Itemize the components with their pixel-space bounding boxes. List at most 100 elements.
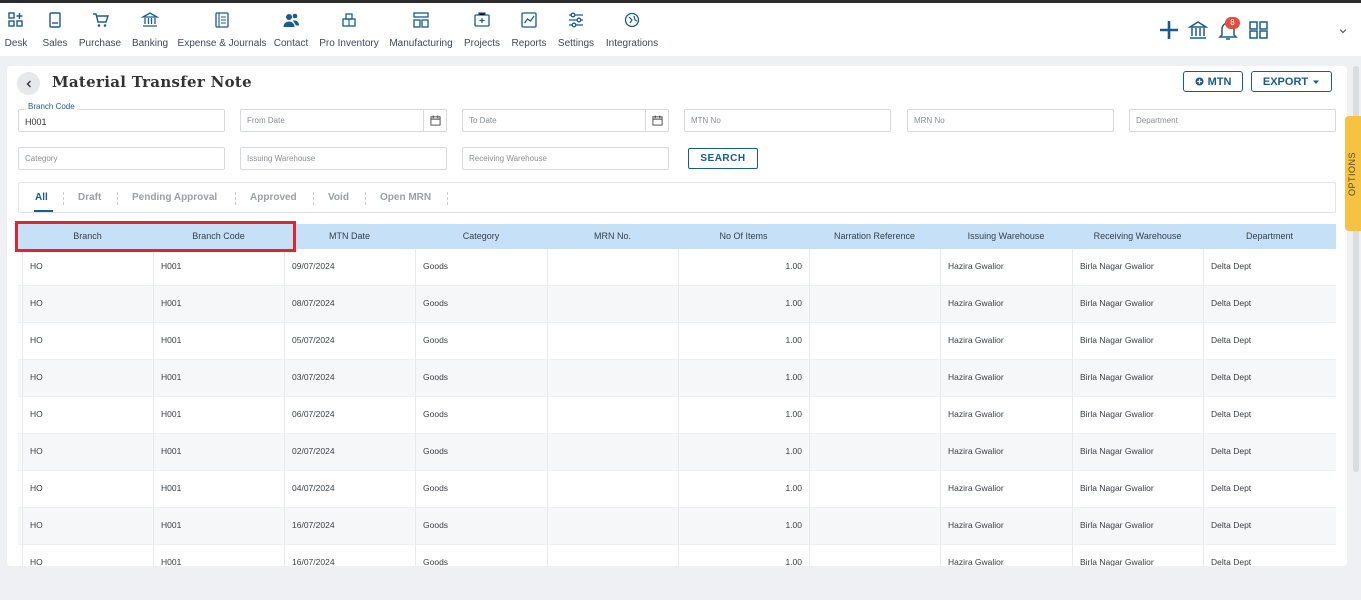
nav-banking[interactable]: Banking	[132, 11, 168, 53]
tab-draft[interactable]: Draft	[78, 192, 101, 203]
cell-receiving-warehouse: Birla Nagar Gwalior	[1072, 545, 1203, 566]
nav-contact[interactable]: Contact	[273, 11, 309, 53]
main-panel: Material Transfer Note MTN EXPORT Branch…	[7, 66, 1347, 566]
header-col-department[interactable]: Department	[1203, 224, 1336, 249]
cell-mrn-no	[547, 323, 678, 360]
cell-receiving-warehouse: Birla Nagar Gwalior	[1072, 286, 1203, 323]
back-button[interactable]	[17, 72, 40, 95]
cell-issuing-warehouse: Hazira Gwalior	[940, 545, 1072, 566]
header-col-mtn-date[interactable]: MTN Date	[284, 224, 415, 249]
cell-narration-reference	[809, 286, 940, 323]
tab-all[interactable]: All	[35, 192, 48, 203]
cell-issuing-warehouse: Hazira Gwalior	[940, 323, 1072, 360]
nav-label-pro-inventory: Pro Inventory	[319, 38, 379, 49]
table-row[interactable]: HO H001 02/07/2024 Goods 1.00 Hazira Gwalior B…	[18, 434, 1336, 471]
header-col-branch-code[interactable]: Branch Code	[153, 224, 284, 249]
branch-code-input[interactable]	[19, 110, 224, 131]
tab-separator	[365, 192, 366, 205]
mtn-no-field[interactable]	[684, 109, 891, 132]
plus-icon[interactable]	[1158, 19, 1180, 41]
receiving-warehouse-field[interactable]	[462, 147, 669, 170]
export-button-label: EXPORT	[1262, 75, 1309, 88]
mtn-no-input[interactable]	[685, 110, 890, 131]
receiving-warehouse-input[interactable]	[463, 148, 668, 169]
nav-desk[interactable]: Desk	[4, 11, 28, 53]
cell-narration-reference	[809, 249, 940, 286]
apps-grid-icon[interactable]	[1248, 19, 1270, 41]
settings-icon	[569, 12, 583, 28]
cell-branch-code: H001	[153, 397, 284, 434]
reports-icon	[521, 12, 537, 28]
chevron-left-icon	[26, 80, 31, 87]
nav-projects[interactable]: Projects	[464, 11, 500, 53]
nav-manufacturing[interactable]: Manufacturing	[389, 11, 453, 53]
header-col-branch[interactable]: Branch	[22, 224, 153, 249]
cell-branch-code: H001	[153, 360, 284, 397]
search-button[interactable]: SEARCH	[688, 148, 758, 169]
table-row[interactable]: HO H001 16/07/2024 Goods 1.00 Hazira Gwalior B…	[18, 545, 1336, 566]
table-row[interactable]: HO H001 03/07/2024 Goods 1.00 Hazira Gwalior B…	[18, 360, 1336, 397]
cell-receiving-warehouse: Birla Nagar Gwalior	[1072, 360, 1203, 397]
cell-branch-code: H001	[153, 286, 284, 323]
cell-category: Goods	[415, 471, 547, 508]
tab-pending-approval[interactable]: Pending Approval	[132, 192, 217, 203]
tab-void[interactable]: Void	[328, 192, 349, 203]
table-row[interactable]: HO H001 09/07/2024 Goods 1.00 Hazira Gwalior B…	[18, 249, 1336, 286]
to-date-calendar-button[interactable]	[645, 110, 668, 131]
from-date-input[interactable]	[241, 110, 446, 131]
header-col-receiving-warehouse[interactable]: Receiving Warehouse	[1072, 224, 1203, 249]
category-input[interactable]	[19, 148, 224, 169]
nav-pro-inventory[interactable]: Pro Inventory	[319, 11, 379, 53]
from-date-calendar-button[interactable]	[423, 110, 446, 131]
cell-branch: HO	[22, 434, 153, 471]
department-input[interactable]	[1130, 110, 1335, 131]
cell-no-of-items: 1.00	[678, 508, 809, 545]
cell-mrn-no	[547, 397, 678, 434]
cell-mtn-date: 09/07/2024	[284, 249, 415, 286]
branch-code-field[interactable]	[18, 109, 225, 132]
export-button[interactable]: EXPORT	[1251, 71, 1332, 92]
header-col-issuing-warehouse[interactable]: Issuing Warehouse	[940, 224, 1072, 249]
table-row[interactable]: HO H001 16/07/2024 Goods 1.00 Hazira Gwalior B…	[18, 508, 1336, 545]
tab-open-mrn[interactable]: Open MRN	[380, 192, 431, 203]
to-date-input[interactable]	[463, 110, 668, 131]
header-col-category[interactable]: Category	[415, 224, 547, 249]
cell-department: Delta Dept	[1203, 397, 1336, 434]
tab-separator	[235, 192, 236, 205]
cell-department: Delta Dept	[1203, 323, 1336, 360]
table-row[interactable]: HO H001 05/07/2024 Goods 1.00 Hazira Gwalior B…	[18, 323, 1336, 360]
department-field[interactable]	[1129, 109, 1336, 132]
category-field[interactable]	[18, 147, 225, 170]
cell-department: Delta Dept	[1203, 508, 1336, 545]
issuing-warehouse-input[interactable]	[241, 148, 446, 169]
from-date-field[interactable]	[240, 109, 447, 132]
header-col-no-of-items[interactable]: No Of Items	[678, 224, 809, 249]
tab-approved[interactable]: Approved	[250, 192, 297, 203]
calendar-icon	[429, 115, 441, 126]
mrn-no-input[interactable]	[908, 110, 1113, 131]
to-date-field[interactable]	[462, 109, 669, 132]
nav-label-settings: Settings	[557, 38, 595, 49]
nav-expense-journals[interactable]: Expense & Journals	[178, 11, 266, 53]
mtn-button[interactable]: MTN	[1183, 71, 1243, 92]
options-side-tab[interactable]: OPTIONS	[1345, 116, 1361, 231]
table-row[interactable]: HO H001 08/07/2024 Goods 1.00 Hazira Gwalior B…	[18, 286, 1336, 323]
nav-purchase[interactable]: Purchase	[79, 11, 121, 53]
header-col-mrn-no[interactable]: MRN No.	[547, 224, 678, 249]
nav-settings[interactable]: Settings	[557, 11, 595, 53]
cell-receiving-warehouse: Birla Nagar Gwalior	[1072, 397, 1203, 434]
cell-no-of-items: 1.00	[678, 249, 809, 286]
cell-narration-reference	[809, 508, 940, 545]
nav-integrations[interactable]: Integrations	[605, 11, 659, 53]
header-col-narration-reference[interactable]: Narration Reference	[809, 224, 940, 249]
bank-shortcut-icon[interactable]	[1187, 19, 1209, 41]
nav-sales[interactable]: Sales	[41, 11, 69, 53]
chevron-down-icon[interactable]	[1338, 26, 1348, 36]
cell-department: Delta Dept	[1203, 249, 1336, 286]
nav-reports[interactable]: Reports	[510, 11, 548, 53]
branch-code-label: Branch Code	[26, 102, 77, 111]
table-row[interactable]: HO H001 06/07/2024 Goods 1.00 Hazira Gwalior B…	[18, 397, 1336, 434]
issuing-warehouse-field[interactable]	[240, 147, 447, 170]
table-row[interactable]: HO H001 04/07/2024 Goods 1.00 Hazira Gwalior B…	[18, 471, 1336, 508]
mrn-no-field[interactable]	[907, 109, 1114, 132]
